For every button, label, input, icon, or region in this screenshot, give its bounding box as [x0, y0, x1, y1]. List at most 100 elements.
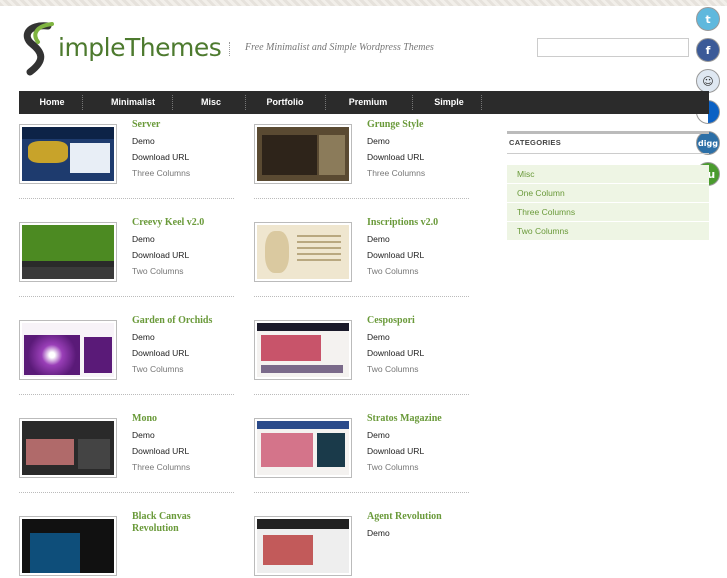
row-divider [19, 296, 234, 297]
download-link[interactable]: Download URL [367, 345, 424, 361]
theme-title-link[interactable]: Black Canvas Revolution [132, 511, 202, 535]
nav-premium[interactable]: Premium [343, 91, 393, 114]
category-two-columns[interactable]: Two Columns [507, 222, 709, 241]
nav-home[interactable]: Home [29, 91, 75, 114]
theme-thumbnail[interactable] [19, 516, 117, 576]
site-logo[interactable]: impleThemes [18, 20, 222, 76]
download-link[interactable]: Download URL [367, 247, 438, 263]
theme-meta: Grunge Style Demo Download URL Three Column… [367, 119, 425, 181]
theme-meta: Black Canvas Revolution [132, 511, 202, 537]
columns-tag-link[interactable]: Two Columns [367, 361, 424, 377]
reddit-icon[interactable]: ☺ [696, 69, 720, 93]
thumbnail-image [22, 323, 114, 377]
demo-link[interactable]: Demo [132, 329, 212, 345]
theme-title-link[interactable]: Stratos Magazine [367, 413, 442, 425]
thumbnail-image [257, 519, 349, 573]
theme-thumbnail[interactable] [254, 124, 352, 184]
twitter-icon[interactable]: t [696, 7, 720, 31]
site-tagline: Free Minimalist and Simple Wordpress The… [245, 42, 434, 53]
columns-tag-link[interactable]: Three Columns [367, 165, 425, 181]
demo-link[interactable]: Demo [367, 329, 424, 345]
facebook-icon[interactable]: f [696, 38, 720, 62]
category-misc[interactable]: Misc [507, 165, 709, 184]
nav-divider [325, 95, 326, 110]
thumbnail-image [22, 225, 114, 279]
thumbnail-image [257, 127, 349, 181]
theme-thumbnail[interactable] [254, 222, 352, 282]
download-link[interactable]: Download URL [132, 149, 190, 165]
nav-portfolio[interactable]: Portfolio [260, 91, 310, 114]
categories-divider [507, 153, 709, 154]
theme-title-link[interactable]: Cespospori [367, 315, 424, 327]
theme-thumbnail[interactable] [19, 320, 117, 380]
demo-link[interactable]: Demo [132, 427, 190, 443]
columns-tag-link[interactable]: Three Columns [132, 459, 190, 475]
demo-link[interactable]: Demo [367, 525, 442, 541]
download-link[interactable]: Download URL [132, 247, 204, 263]
categories-heading: CATEGORIES [509, 138, 562, 147]
theme-title-link[interactable]: Grunge Style [367, 119, 425, 131]
theme-thumbnail[interactable] [254, 320, 352, 380]
theme-thumbnail[interactable] [19, 222, 117, 282]
theme-meta: Inscriptions v2.0 Demo Download URL Two Col… [367, 217, 438, 279]
theme-thumbnail[interactable] [19, 418, 117, 478]
demo-link[interactable]: Demo [132, 231, 204, 247]
download-link[interactable]: Download URL [367, 443, 442, 459]
theme-title-link[interactable]: Agent Revolution [367, 511, 442, 523]
demo-link[interactable]: Demo [132, 133, 190, 149]
demo-link[interactable]: Demo [367, 133, 425, 149]
category-one-column[interactable]: One Column [507, 184, 709, 203]
nav-divider [412, 95, 413, 110]
logo-s-mark-icon [23, 22, 54, 76]
digg-icon[interactable]: digg [696, 131, 720, 155]
thumbnail-image [22, 127, 114, 181]
theme-meta: Server Demo Download URL Three Columns [132, 119, 190, 181]
download-link[interactable]: Download URL [132, 443, 190, 459]
thumbnail-image [257, 225, 349, 279]
nav-divider [82, 95, 83, 110]
nav-simple[interactable]: Simple [429, 91, 469, 114]
theme-title-link[interactable]: Server [132, 119, 190, 131]
columns-tag-link[interactable]: Two Columns [367, 263, 438, 279]
tagline-divider [229, 42, 230, 56]
theme-title-link[interactable]: Creevy Keel v2.0 [132, 217, 204, 229]
columns-tag-link[interactable]: Two Columns [367, 459, 442, 475]
theme-card: Mono Demo Download URL Three Columns [19, 413, 234, 480]
nav-misc[interactable]: Misc [192, 91, 230, 114]
row-divider [254, 492, 469, 493]
download-link[interactable]: Download URL [367, 149, 425, 165]
download-link[interactable]: Download URL [132, 345, 212, 361]
row-divider [254, 198, 469, 199]
thumbnail-image [22, 519, 114, 573]
theme-thumbnail[interactable] [19, 124, 117, 184]
nav-minimalist[interactable]: Minimalist [105, 91, 161, 114]
theme-card: Black Canvas Revolution [19, 511, 234, 578]
row-divider [254, 296, 469, 297]
demo-link[interactable]: Demo [367, 231, 438, 247]
demo-link[interactable]: Demo [367, 427, 442, 443]
row-divider [19, 492, 234, 493]
top-stripe [0, 0, 727, 6]
category-three-columns[interactable]: Three Columns [507, 203, 709, 222]
thumbnail-image [257, 421, 349, 475]
columns-tag-link[interactable]: Two Columns [132, 361, 212, 377]
theme-thumbnail[interactable] [254, 418, 352, 478]
theme-title-link[interactable]: Garden of Orchids [132, 315, 212, 327]
theme-card: Cespospori Demo Download URL Two Columns [254, 315, 469, 382]
nav-divider [245, 95, 246, 110]
nav-divider [481, 95, 482, 110]
theme-title-link[interactable]: Inscriptions v2.0 [367, 217, 438, 229]
theme-card: Grunge Style Demo Download URL Three Column… [254, 119, 469, 186]
row-divider [19, 394, 234, 395]
theme-card: Creevy Keel v2.0 Demo Download URL Two Colu… [19, 217, 234, 284]
theme-card: Stratos Magazine Demo Download URL Two Colu… [254, 413, 469, 480]
theme-meta: Creevy Keel v2.0 Demo Download URL Two Colu… [132, 217, 204, 279]
columns-tag-link[interactable]: Two Columns [132, 263, 204, 279]
search-input[interactable] [537, 38, 689, 57]
nav-divider [172, 95, 173, 110]
columns-tag-link[interactable]: Three Columns [132, 165, 190, 181]
theme-meta: Garden of Orchids Demo Download URL Two Col… [132, 315, 212, 377]
theme-title-link[interactable]: Mono [132, 413, 190, 425]
categories-list: Misc One Column Three Columns Two Column… [507, 165, 709, 241]
theme-thumbnail[interactable] [254, 516, 352, 576]
